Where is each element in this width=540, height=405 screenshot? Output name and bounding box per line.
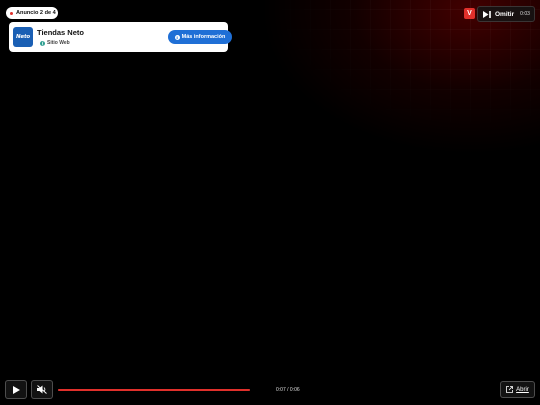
- volume-muted-icon: [37, 385, 47, 394]
- advertiser-name[interactable]: Tiendas Neto: [37, 28, 84, 37]
- mute-button[interactable]: [31, 380, 53, 399]
- globe-icon: [40, 40, 46, 46]
- ad-indicator-dot-icon: [10, 11, 13, 15]
- ad-counter-badge: Anuncio 2 de 4: [6, 7, 58, 19]
- external-link-icon: [506, 386, 514, 393]
- time-readout: 0:07 / 0:06: [276, 387, 300, 393]
- open-button[interactable]: Abrir: [500, 381, 535, 398]
- skip-countdown: 0:03: [520, 11, 530, 17]
- progress-bar-fill: [58, 389, 250, 391]
- open-label: Abrir: [516, 386, 529, 393]
- video-area[interactable]: [0, 0, 540, 405]
- advertiser-site-label: Sitio Web: [47, 40, 70, 46]
- info-icon: i: [174, 34, 180, 40]
- more-info-label: Más información: [181, 34, 226, 40]
- advertiser-logo-text: Neto: [16, 34, 30, 40]
- channel-brand-letter: V: [467, 10, 472, 17]
- ad-counter-label: Anuncio 2 de 4: [16, 10, 56, 16]
- more-info-button[interactable]: i Más información: [168, 30, 232, 44]
- advertiser-site-link[interactable]: Sitio Web: [40, 39, 70, 47]
- skip-next-icon: [483, 10, 491, 18]
- progress-bar[interactable]: [58, 389, 250, 391]
- channel-brand-icon: V: [464, 8, 475, 19]
- play-icon: [12, 385, 20, 394]
- skip-ad-button[interactable]: Omitir 0:03: [477, 6, 535, 22]
- advertiser-logo[interactable]: Neto: [13, 27, 33, 47]
- advertiser-card[interactable]: Neto Tiendas Neto Sitio Web i Más inform…: [9, 22, 232, 52]
- play-button[interactable]: [5, 380, 27, 399]
- skip-label: Omitir: [495, 10, 515, 18]
